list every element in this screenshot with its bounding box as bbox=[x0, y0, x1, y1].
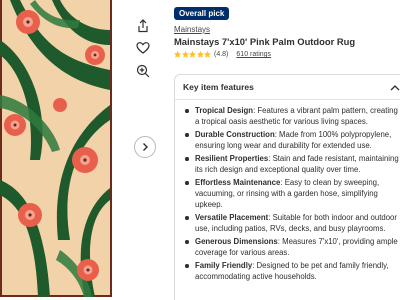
next-image-button[interactable] bbox=[134, 136, 156, 158]
zoom-in-icon bbox=[136, 64, 150, 78]
star-icon bbox=[204, 51, 211, 58]
chevron-up-icon bbox=[390, 85, 400, 91]
star-icon bbox=[189, 51, 196, 58]
product-title: Mainstays 7'x10' Pink Palm Outdoor Rug bbox=[174, 36, 356, 47]
feature-label: Effortless Maintenance bbox=[195, 178, 281, 187]
feature-item: Family Friendly: Designed to be pet and … bbox=[183, 260, 400, 282]
chevron-right-icon bbox=[143, 143, 148, 151]
key-features-title: Key item features bbox=[183, 82, 254, 92]
favorite-button[interactable] bbox=[133, 38, 153, 58]
feature-label: Resilient Properties bbox=[195, 154, 269, 163]
star-icon bbox=[196, 51, 204, 58]
star-icon bbox=[174, 51, 181, 58]
brand-link[interactable]: Mainstays bbox=[174, 25, 210, 34]
rating-value: (4.8) bbox=[214, 51, 229, 58]
overall-pick-badge: Overall pick bbox=[174, 7, 230, 20]
feature-label: Generous Dimensions bbox=[195, 237, 278, 246]
feature-item: Versatile Placement: Suitable for both i… bbox=[183, 212, 400, 234]
feature-label: Family Friendly bbox=[195, 261, 253, 270]
key-features-header[interactable]: Key item features bbox=[175, 75, 400, 100]
feature-item: Durable Construction: Made from 100% pol… bbox=[183, 129, 400, 151]
feature-label: Versatile Placement bbox=[195, 213, 269, 222]
share-button[interactable] bbox=[133, 16, 153, 36]
zoom-button[interactable] bbox=[133, 61, 153, 81]
product-image-rug[interactable] bbox=[0, 0, 112, 297]
feature-label: Tropical Design bbox=[195, 106, 254, 115]
ratings-count-link[interactable]: 610 ratings bbox=[236, 51, 271, 58]
key-features-card: Key item features Tropical Design: Featu… bbox=[174, 74, 400, 300]
share-icon bbox=[138, 19, 148, 33]
key-features-list: Tropical Design: Features a vibrant palm… bbox=[175, 100, 400, 282]
feature-item: Resilient Properties: Stain and fade res… bbox=[183, 153, 400, 175]
feature-label: Durable Construction bbox=[195, 130, 275, 139]
rating-row: (4.8) 610 ratings bbox=[174, 51, 271, 58]
star-rating bbox=[174, 51, 211, 58]
feature-item: Effortless Maintenance: Easy to clean by… bbox=[183, 177, 400, 210]
heart-icon bbox=[136, 42, 150, 54]
feature-item: Generous Dimensions: Measures 7'x10', pr… bbox=[183, 236, 400, 258]
feature-item: Tropical Design: Features a vibrant palm… bbox=[183, 105, 400, 127]
star-icon bbox=[181, 51, 189, 58]
